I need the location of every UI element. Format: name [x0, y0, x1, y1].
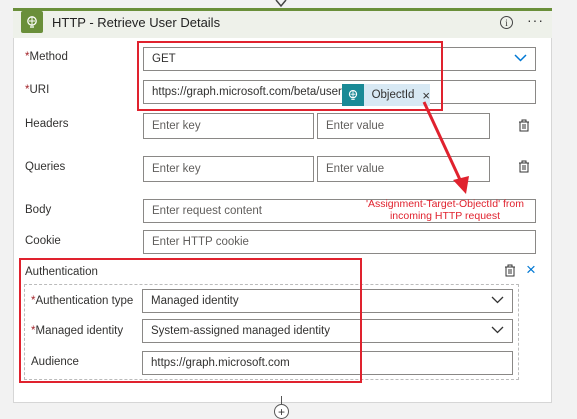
delete-icon[interactable] [518, 160, 530, 173]
body-label: Body [25, 204, 52, 216]
header-key-placeholder: Enter key [152, 120, 201, 132]
action-title[interactable]: HTTP - Retrieve User Details [52, 15, 220, 30]
query-key-input[interactable]: Enter key [143, 156, 314, 182]
body-placeholder: Enter request content [152, 205, 262, 217]
add-step-icon[interactable]: + [274, 404, 289, 419]
header-value-placeholder: Enter value [326, 120, 385, 132]
headers-label: Headers [25, 118, 69, 130]
delete-icon[interactable] [518, 119, 530, 132]
query-key-placeholder: Enter key [152, 163, 201, 175]
info-icon[interactable]: i [500, 16, 513, 29]
uri-label-text: URI [29, 84, 50, 96]
cookie-placeholder: Enter HTTP cookie [152, 236, 249, 248]
chevron-down-icon [491, 326, 504, 334]
flow-connector-line [281, 396, 282, 404]
highlight-box-method-uri [137, 41, 443, 111]
annotation-line-2: incoming HTTP request [389, 210, 501, 222]
uri-label: *URI [25, 84, 49, 96]
annotation-text: 'Assignment-Target-ObjectId' from incomi… [355, 198, 535, 222]
query-value-placeholder: Enter value [326, 163, 385, 175]
annotation-line-1: 'Assignment-Target-ObjectId' from [365, 198, 525, 210]
highlight-box-authentication [19, 258, 362, 383]
delete-icon[interactable] [504, 264, 516, 277]
globe-icon [21, 11, 43, 33]
cookie-label: Cookie [25, 235, 61, 247]
annotation-arrow [422, 101, 469, 194]
queries-label: Queries [25, 161, 66, 173]
chevron-down-icon [491, 296, 504, 304]
method-label-text: Method [29, 51, 68, 63]
more-options-icon[interactable]: ··· [527, 12, 544, 28]
close-icon[interactable]: × [526, 260, 536, 280]
header-key-input[interactable]: Enter key [143, 113, 314, 139]
chevron-down-icon [514, 54, 527, 62]
method-label: *Method [25, 51, 68, 63]
cookie-input[interactable]: Enter HTTP cookie [143, 230, 536, 254]
